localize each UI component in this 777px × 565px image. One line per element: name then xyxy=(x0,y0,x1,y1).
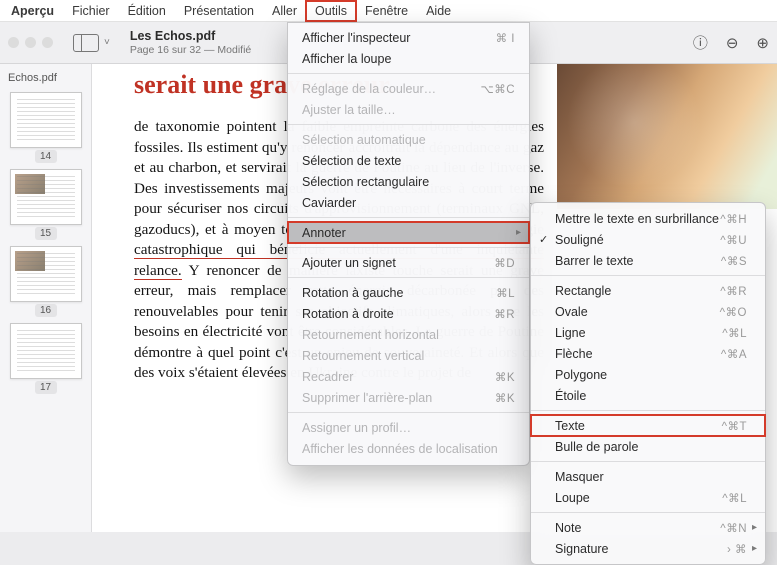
thumb-num: 15 xyxy=(35,227,57,240)
thumbnail-sidebar[interactable]: Echos.pdf 14 15 16 17 xyxy=(0,64,92,532)
chevron-down-icon: ˅ xyxy=(104,37,110,48)
tools-item: Retournement horizontal xyxy=(288,324,529,345)
menu-aide[interactable]: Aide xyxy=(417,1,460,21)
annoter-item[interactable]: Étoile xyxy=(531,385,765,406)
annoter-item[interactable]: Mettre le texte en surbrillance^⌘H xyxy=(531,208,765,229)
thumb-num: 14 xyxy=(35,150,57,163)
tools-item: Sélection automatique xyxy=(288,129,529,150)
tools-item: Ajuster la taille… xyxy=(288,99,529,120)
document-title-block: Les Echos.pdf Page 16 sur 32 — Modifié xyxy=(130,29,251,57)
thumb-num: 16 xyxy=(35,304,57,317)
annoter-item[interactable]: Ligne^⌘L xyxy=(531,322,765,343)
annoter-item[interactable]: Signature› ⌘▸ xyxy=(531,538,765,559)
tools-item: Supprimer l'arrière-plan⌘K xyxy=(288,387,529,408)
document-subtitle: Page 16 sur 32 — Modifié xyxy=(130,44,251,57)
menu-aller[interactable]: Aller xyxy=(263,1,306,21)
sidebar-icon xyxy=(73,34,99,52)
tools-item: Afficher les données de localisation xyxy=(288,438,529,459)
sidebar-filename: Echos.pdf xyxy=(8,72,83,84)
thumb-14[interactable]: 14 xyxy=(10,92,82,163)
menu-fichier[interactable]: Fichier xyxy=(63,1,119,21)
tools-item[interactable]: Afficher l'inspecteur⌘ I xyxy=(288,27,529,48)
menu-bar: Aperçu Fichier Édition Présentation Alle… xyxy=(0,0,777,22)
tools-item: Assigner un profil… xyxy=(288,417,529,438)
zoom-in-icon[interactable]: ⊕ xyxy=(756,34,769,52)
thumb-17[interactable]: 17 xyxy=(10,323,82,394)
tools-item[interactable]: Sélection de texte xyxy=(288,150,529,171)
annoter-item[interactable]: Ovale^⌘O xyxy=(531,301,765,322)
tools-item[interactable]: Sélection rectangulaire xyxy=(288,171,529,192)
menu-presentation[interactable]: Présentation xyxy=(175,1,263,21)
annoter-item[interactable]: Masquer xyxy=(531,466,765,487)
annoter-item[interactable]: Flèche^⌘A xyxy=(531,343,765,364)
menu-outils[interactable]: Outils xyxy=(306,1,356,21)
tools-item: Réglage de la couleur…⌥⌘C xyxy=(288,78,529,99)
menu-apercu[interactable]: Aperçu xyxy=(2,1,63,21)
chevron-right-icon: ▸ xyxy=(752,543,757,554)
menu-fenetre[interactable]: Fenêtre xyxy=(356,1,417,21)
annoter-item[interactable]: ✓Souligné^⌘U xyxy=(531,229,765,250)
chevron-right-icon: ▸ xyxy=(752,522,757,533)
annoter-item[interactable]: Barrer le texte^⌘S xyxy=(531,250,765,271)
annoter-item[interactable]: Texte^⌘T xyxy=(531,415,765,436)
thumb-num: 17 xyxy=(35,381,57,394)
tools-item[interactable]: Annoter▸ xyxy=(288,222,529,243)
article-photo xyxy=(557,64,777,209)
chevron-right-icon: ▸ xyxy=(516,227,521,238)
sidebar-toggle[interactable]: ˅ xyxy=(73,34,110,52)
minimize-dot-icon[interactable] xyxy=(25,37,36,48)
tools-item[interactable]: Rotation à gauche⌘L xyxy=(288,282,529,303)
close-dot-icon[interactable] xyxy=(8,37,19,48)
thumb-16[interactable]: 16 xyxy=(10,246,82,317)
window-controls[interactable] xyxy=(8,37,53,48)
tools-item[interactable]: Ajouter un signet⌘D xyxy=(288,252,529,273)
tools-item[interactable]: Afficher la loupe xyxy=(288,48,529,69)
annoter-item[interactable]: Note^⌘N▸ xyxy=(531,517,765,538)
tools-item[interactable]: Caviarder xyxy=(288,192,529,213)
annoter-item[interactable]: Polygone xyxy=(531,364,765,385)
zoom-out-icon[interactable]: ⊖ xyxy=(726,34,739,52)
annoter-item[interactable]: Rectangle^⌘R xyxy=(531,280,765,301)
info-icon[interactable]: ⓘ xyxy=(693,32,708,53)
thumb-15[interactable]: 15 xyxy=(10,169,82,240)
zoom-dot-icon[interactable] xyxy=(42,37,53,48)
annoter-item[interactable]: Bulle de parole xyxy=(531,436,765,457)
annoter-item[interactable]: Loupe^⌘L xyxy=(531,487,765,508)
tools-item: Recadrer⌘K xyxy=(288,366,529,387)
tools-item: Retournement vertical xyxy=(288,345,529,366)
document-title: Les Echos.pdf xyxy=(130,29,251,44)
check-icon: ✓ xyxy=(539,233,548,246)
tools-item[interactable]: Rotation à droite⌘R xyxy=(288,303,529,324)
menu-edition[interactable]: Édition xyxy=(119,1,175,21)
tools-dropdown[interactable]: Afficher l'inspecteur⌘ IAfficher la loup… xyxy=(287,22,530,466)
annoter-submenu[interactable]: Mettre le texte en surbrillance^⌘H✓Souli… xyxy=(530,202,766,565)
